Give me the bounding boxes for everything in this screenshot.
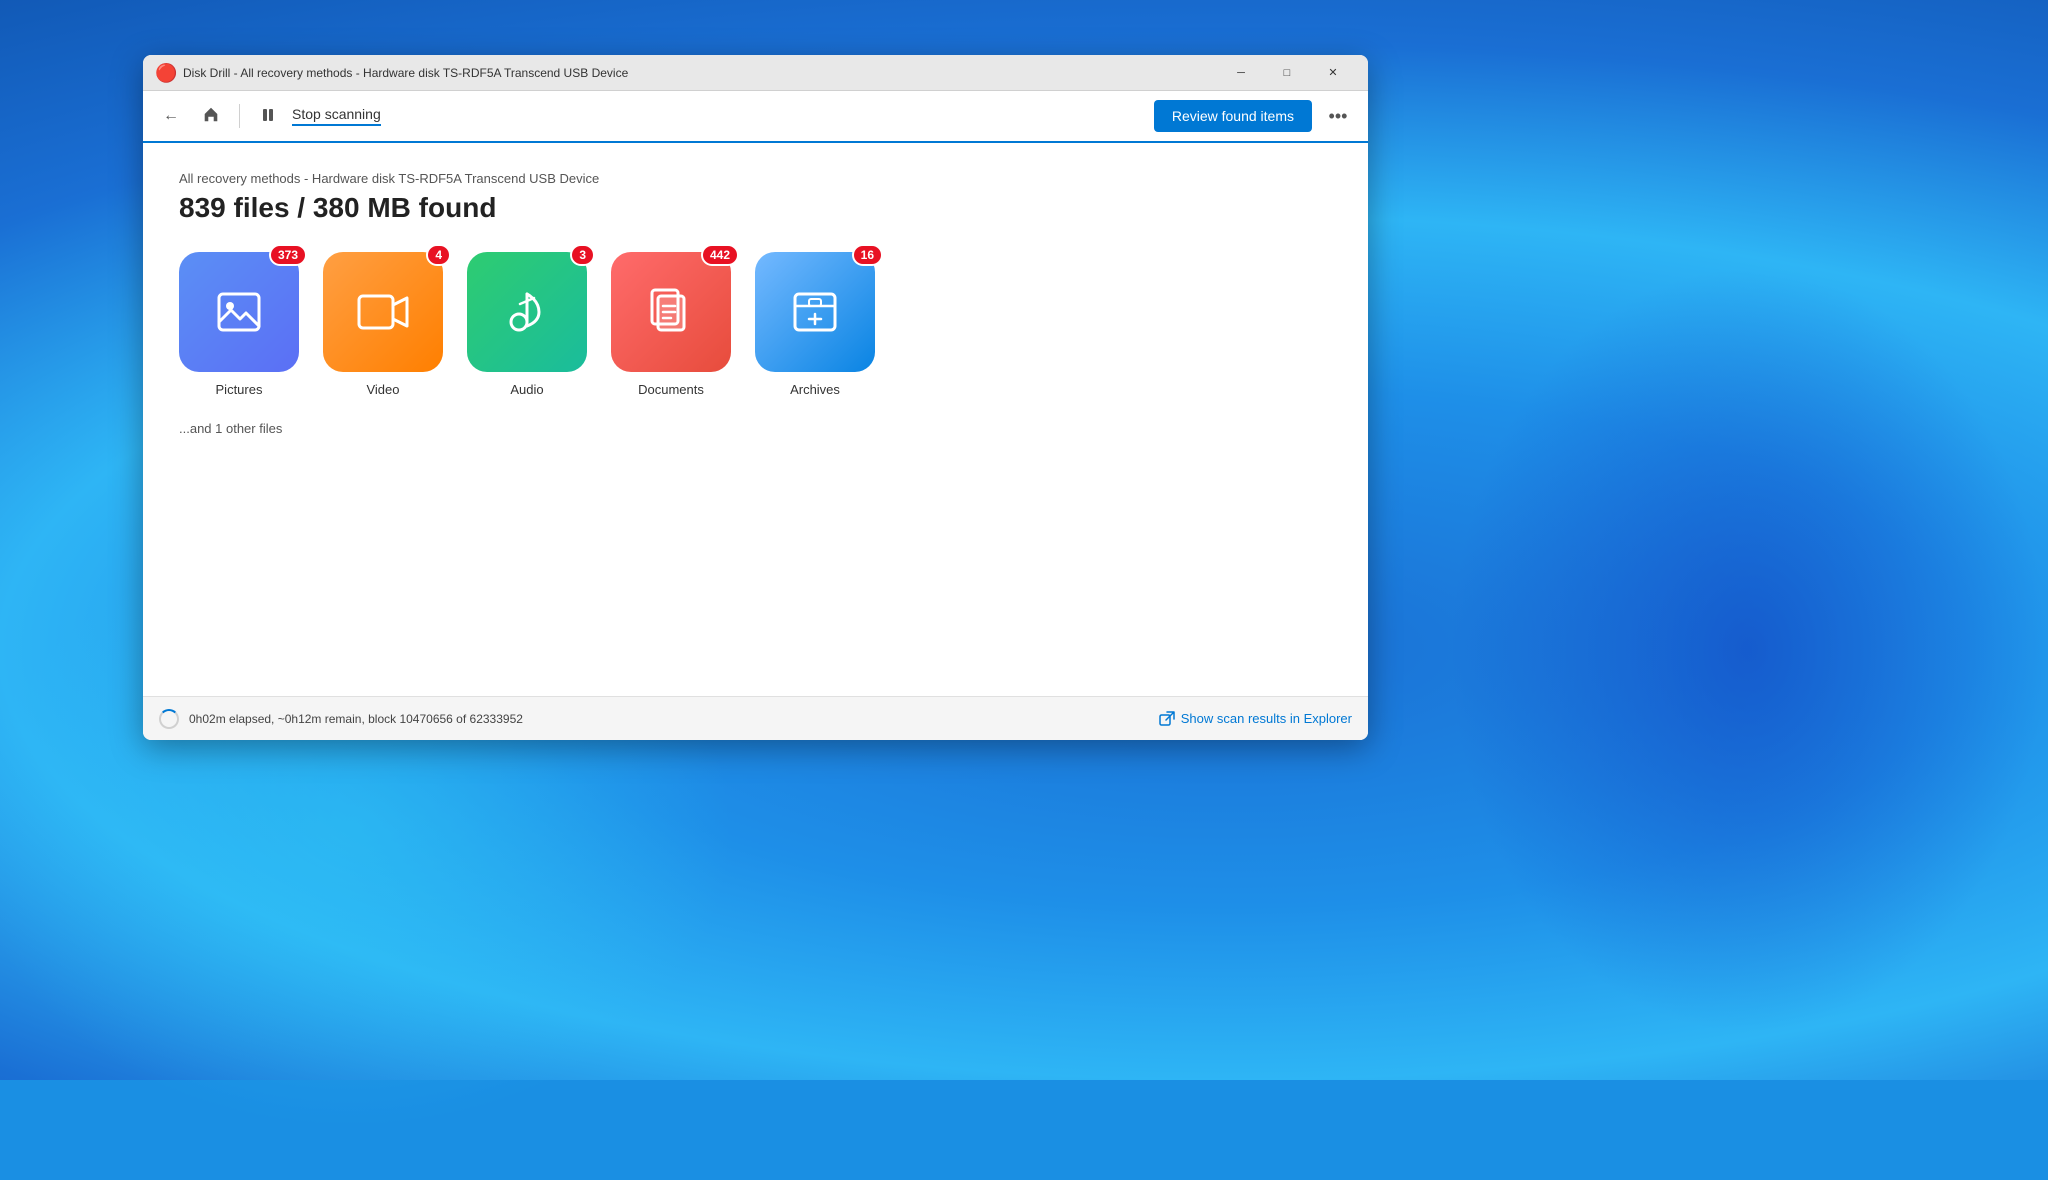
back-button[interactable]: ← bbox=[155, 100, 187, 132]
back-icon: ← bbox=[163, 107, 179, 125]
audio-label: Audio bbox=[510, 382, 543, 397]
toolbar: ← Stop scanning Review found items ••• bbox=[143, 91, 1368, 143]
category-documents[interactable]: 442 Documents bbox=[611, 252, 731, 397]
show-results-label: Show scan results in Explorer bbox=[1181, 711, 1352, 726]
toolbar-divider bbox=[239, 104, 240, 128]
scan-subtitle: All recovery methods - Hardware disk TS-… bbox=[179, 171, 1332, 186]
category-archives[interactable]: 16 Archives bbox=[755, 252, 875, 397]
pause-icon bbox=[260, 107, 276, 126]
close-button[interactable]: ✕ bbox=[1310, 55, 1356, 91]
app-icon: 🔴 bbox=[155, 63, 175, 83]
review-found-items-button[interactable]: Review found items bbox=[1154, 100, 1312, 132]
video-badge: 4 bbox=[426, 244, 451, 266]
archives-label: Archives bbox=[790, 382, 840, 397]
pictures-badge: 373 bbox=[269, 244, 307, 266]
documents-label: Documents bbox=[638, 382, 704, 397]
window-title: Disk Drill - All recovery methods - Hard… bbox=[183, 66, 1218, 80]
status-text: 0h02m elapsed, ~0h12m remain, block 1047… bbox=[189, 712, 1159, 726]
status-bar: 0h02m elapsed, ~0h12m remain, block 1047… bbox=[143, 696, 1368, 740]
category-pictures[interactable]: 373 Pictures bbox=[179, 252, 299, 397]
maximize-button[interactable]: □ bbox=[1264, 55, 1310, 91]
app-window: 🔴 Disk Drill - All recovery methods - Ha… bbox=[143, 55, 1368, 740]
category-audio[interactable]: 3 Audio bbox=[467, 252, 587, 397]
show-results-link[interactable]: Show scan results in Explorer bbox=[1159, 711, 1352, 727]
category-list: 373 Pictures 4 Video bbox=[179, 252, 1332, 397]
other-files-text: ...and 1 other files bbox=[179, 421, 1332, 436]
documents-badge: 442 bbox=[701, 244, 739, 266]
main-content: All recovery methods - Hardware disk TS-… bbox=[143, 143, 1368, 696]
minimize-button[interactable]: ─ bbox=[1218, 55, 1264, 91]
home-icon bbox=[202, 105, 220, 128]
pause-button[interactable] bbox=[252, 100, 284, 132]
documents-icon-wrap: 442 bbox=[611, 252, 731, 372]
pictures-icon-wrap: 373 bbox=[179, 252, 299, 372]
audio-badge: 3 bbox=[570, 244, 595, 266]
home-button[interactable] bbox=[195, 100, 227, 132]
pictures-label: Pictures bbox=[216, 382, 263, 397]
archives-icon-wrap: 16 bbox=[755, 252, 875, 372]
audio-icon-wrap: 3 bbox=[467, 252, 587, 372]
video-icon-wrap: 4 bbox=[323, 252, 443, 372]
title-bar: 🔴 Disk Drill - All recovery methods - Ha… bbox=[143, 55, 1368, 91]
archives-badge: 16 bbox=[852, 244, 883, 266]
category-video[interactable]: 4 Video bbox=[323, 252, 443, 397]
scan-spinner bbox=[159, 709, 179, 729]
stop-scanning-label[interactable]: Stop scanning bbox=[292, 106, 381, 126]
more-options-button[interactable]: ••• bbox=[1320, 98, 1356, 134]
external-link-icon bbox=[1159, 711, 1175, 727]
window-controls: ─ □ ✕ bbox=[1218, 55, 1356, 91]
scan-headline: 839 files / 380 MB found bbox=[179, 192, 1332, 224]
video-label: Video bbox=[366, 382, 399, 397]
more-icon: ••• bbox=[1329, 106, 1348, 127]
